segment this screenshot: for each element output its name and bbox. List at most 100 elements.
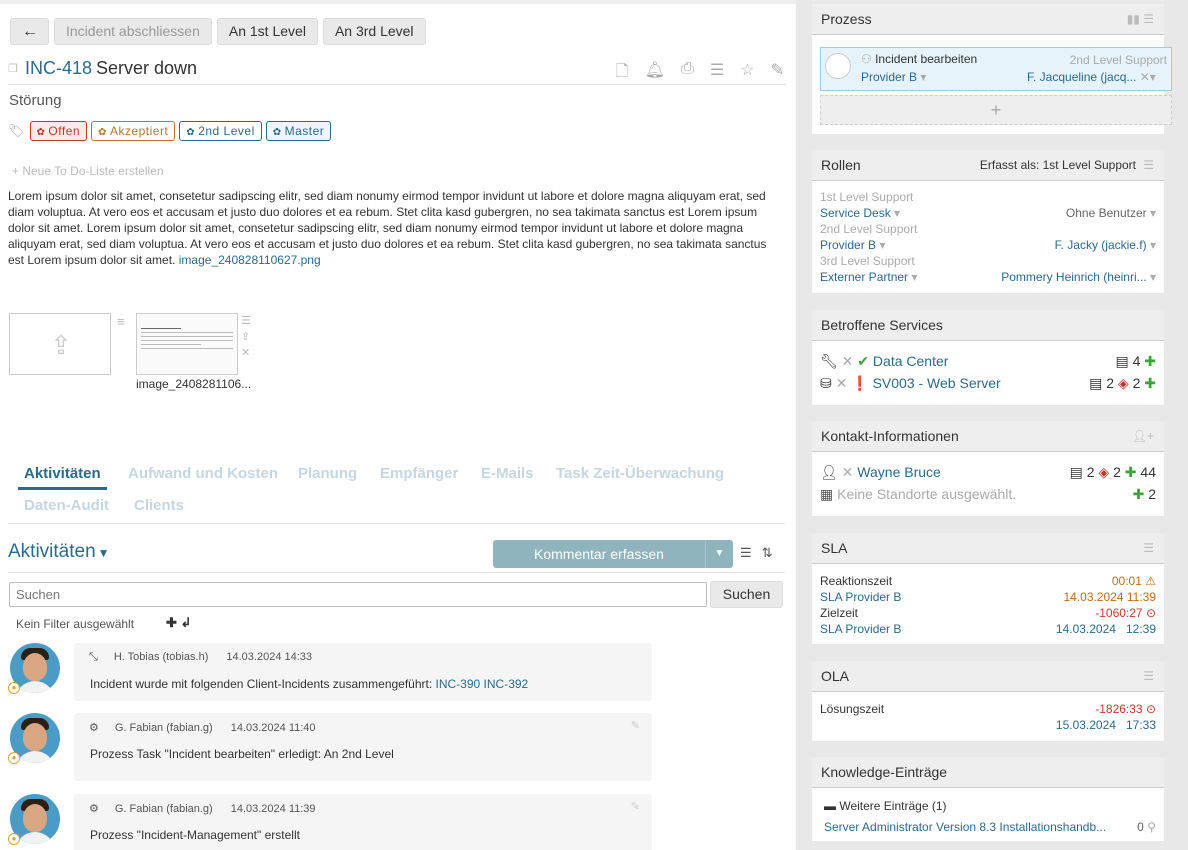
role-label: 1st Level Support — [820, 190, 914, 204]
role-user[interactable]: F. Jacky (jackie.f) ▾ — [1055, 238, 1156, 252]
add-filter-icon[interactable]: ✚ ↲ — [166, 615, 191, 631]
location: ▦ Keine Standorte ausgewählt. — [820, 486, 1017, 502]
activity-user: G. Fabian (fabian.g) — [114, 722, 213, 734]
sla-provider[interactable]: SLA Provider B — [820, 590, 901, 604]
attachment-delete-icon[interactable]: ✕ — [241, 346, 251, 359]
attachment-upload-icon[interactable]: ⇪ — [241, 330, 251, 343]
new-todo-link[interactable]: + Neue To Do-Liste erstellen — [12, 164, 164, 178]
ticket-id: INC-418 — [25, 58, 93, 78]
back-button[interactable]: ← — [10, 18, 49, 45]
task-provider[interactable]: Provider B ▾ — [861, 70, 926, 84]
role-group[interactable]: Externer Partner ▾ — [820, 270, 917, 284]
copy-icon[interactable]: ❐ — [8, 62, 18, 75]
search-icon[interactable]: ⚲ — [1147, 820, 1156, 834]
knowledge-entry-link[interactable]: Server Administrator Version 8.3 Install… — [824, 820, 1106, 834]
role-group[interactable]: Service Desk ▾ — [820, 206, 900, 220]
ola-panel: OLA ☰ Lösungszeit -1826:33 ⊙ 15.03.2024 1… — [812, 661, 1164, 741]
sidebar: Prozess ▮▮ ☰ ⚇ Incident bearbeiten 2nd Le… — [796, 0, 1188, 850]
ticket-category: Störung — [9, 92, 62, 109]
process-task[interactable]: ⚇ Incident bearbeiten 2nd Level Support … — [820, 47, 1172, 91]
ticket-title: Server down — [96, 58, 198, 78]
activity-view-actions: ☰ ⇅ — [740, 545, 773, 561]
database-icon: ⛁ — [820, 375, 832, 391]
layout-icon[interactable]: ▮▮ ☰ — [1127, 4, 1154, 35]
edit-icon[interactable]: ✎ — [631, 800, 640, 813]
tab-empfaenger[interactable]: Empfänger — [380, 465, 458, 482]
attachment-list-icon[interactable]: ☰ — [241, 314, 251, 327]
incident-links[interactable]: INC-390 INC-392 — [436, 677, 529, 691]
close-incident-button[interactable]: Incident abschliessen — [54, 18, 212, 45]
service-link[interactable]: Data Center — [873, 353, 948, 369]
add-icon[interactable]: ✚ — [1125, 464, 1137, 480]
description-image-link[interactable]: image_240828110627.png — [179, 253, 321, 267]
search-button[interactable]: Suchen — [710, 581, 783, 608]
document-icon[interactable]: 🗋 — [616, 60, 629, 87]
tag-2nd-level[interactable]: ✿ 2nd Level — [179, 121, 262, 141]
add-icon[interactable]: ✚ — [1144, 353, 1156, 369]
tag-master[interactable]: ✿ Master — [265, 121, 332, 141]
attachment-menu-icon[interactable]: ≡ — [117, 314, 125, 329]
tab-task-zeit[interactable]: Task Zeit-Überwachung — [556, 465, 724, 482]
add-icon[interactable]: ✚ — [1144, 375, 1156, 391]
caret-down-icon: ▼ — [97, 546, 110, 560]
star-icon[interactable]: ☆ — [740, 60, 754, 87]
roles-panel: Rollen Erfasst als: 1st Level Support ☰ 1s… — [812, 150, 1164, 293]
location-count: ✚ 2 — [1132, 486, 1156, 502]
add-icon[interactable]: ✚ — [1133, 486, 1145, 502]
remove-icon[interactable]: ✕▾ — [1140, 70, 1156, 84]
activities-header[interactable]: Aktivitäten ▼ — [8, 541, 110, 563]
list-icon[interactable]: ☰ — [710, 60, 724, 87]
tab-daten-audit[interactable]: Daten-Audit — [24, 497, 109, 514]
print-icon[interactable]: ⎙ — [681, 60, 694, 87]
edit-icon[interactable]: ✎ — [771, 60, 784, 87]
tag-akzeptiert[interactable]: ✿ Akzeptiert — [91, 121, 176, 141]
contact-person: 👤︎ ✕ Wayne Bruce — [820, 464, 941, 481]
tab-planung[interactable]: Planung — [298, 465, 357, 482]
more-entries[interactable]: ▬ Weitere Einträge (1) — [824, 799, 947, 813]
attachment-thumbnail[interactable] — [136, 313, 238, 375]
align-icon[interactable]: ☰ — [740, 545, 752, 561]
building-icon: ▦ — [820, 486, 834, 502]
remove-icon[interactable]: ✕ — [842, 464, 854, 480]
bell-icon[interactable]: 🔔︎ — [645, 60, 665, 87]
remove-icon[interactable]: ✕ — [836, 375, 848, 391]
tab-aktivitaeten[interactable]: Aktivitäten — [18, 465, 107, 490]
activity-search-input[interactable]: Suchen — [9, 582, 707, 607]
sla-provider[interactable]: SLA Provider B — [820, 622, 901, 636]
service-link[interactable]: SV003 - Web Server — [873, 375, 1001, 391]
task-assignee[interactable]: F. Jacqueline (jacq... ✕▾ — [1027, 70, 1156, 84]
roles-header: Rollen Erfasst als: 1st Level Support ☰ — [812, 150, 1164, 181]
contact-link[interactable]: Wayne Bruce — [857, 464, 941, 480]
card-icon[interactable]: ☰ — [1143, 150, 1154, 181]
tab-emails[interactable]: E-Mails — [481, 465, 534, 482]
activity-item: ● ⚙ G. Fabian (fabian.g) 14.03.2024 11:39 … — [8, 794, 658, 850]
activity-text: Prozess Task "Incident bearbeiten" erled… — [90, 747, 394, 761]
process-panel: Prozess ▮▮ ☰ ⚇ Incident bearbeiten 2nd Le… — [812, 4, 1172, 134]
user-badge-icon: ● — [8, 833, 20, 845]
filter-status: Kein Filter ausgewählt — [16, 617, 135, 631]
card-icon[interactable]: ☰ — [1143, 661, 1154, 692]
assignee-avatar — [825, 53, 851, 79]
ola-value: -1826:33 ⊙ — [1095, 702, 1156, 716]
card-icon[interactable]: ☰ — [1143, 533, 1154, 564]
to-first-level-button[interactable]: An 1st Level — [216, 18, 318, 45]
add-user-icon[interactable]: 👤︎+ — [1132, 421, 1154, 452]
tab-clients[interactable]: Clients — [134, 497, 184, 514]
role-user[interactable]: Pommery Heinrich (heinri... ▾ — [1001, 270, 1156, 284]
upload-dropzone[interactable]: ⇪ — [9, 313, 111, 375]
sort-icon[interactable]: ⇅ — [762, 545, 773, 561]
role-group[interactable]: Provider B ▾ — [820, 238, 885, 252]
services-panel: Betroffene Services 🔧︎ ✕ ✔ Data Center ▤… — [812, 310, 1164, 405]
comment-button[interactable]: Kommentar erfassen ▼ — [493, 540, 733, 568]
tag-offen[interactable]: ✿ Offen — [29, 121, 88, 141]
to-third-level-button[interactable]: An 3rd Level — [322, 18, 426, 45]
sla-header: SLA ☰ — [812, 533, 1164, 564]
comment-dropdown-icon[interactable]: ▼ — [705, 540, 733, 568]
contact-panel: Kontakt-Informationen 👤︎+ 👤︎ ✕ Wayne Bruc… — [812, 421, 1164, 516]
role-user[interactable]: Ohne Benutzer ▾ — [1066, 206, 1156, 220]
edit-icon[interactable]: ✎ — [631, 719, 640, 732]
tab-aufwand[interactable]: Aufwand und Kosten — [128, 465, 278, 482]
remove-icon[interactable]: ✕ — [842, 353, 854, 369]
activity-time: 14.03.2024 11:39 — [230, 803, 316, 815]
add-task-button[interactable]: + — [820, 95, 1172, 125]
